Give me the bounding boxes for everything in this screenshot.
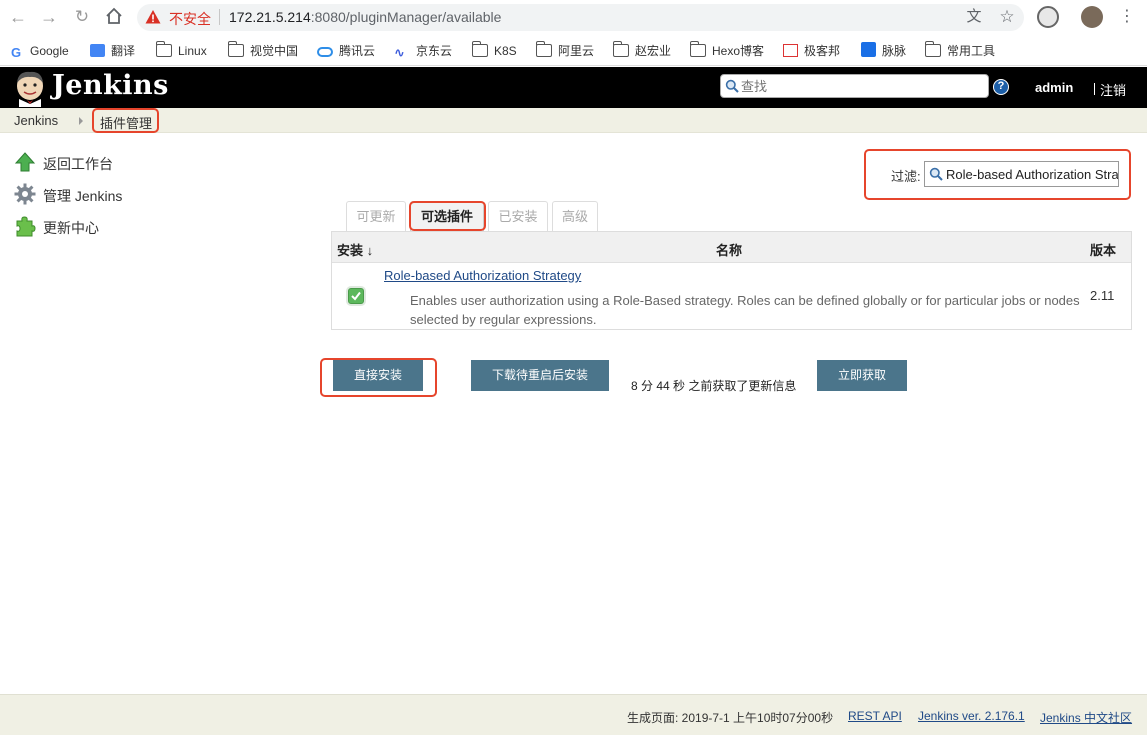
jenkins-header: Jenkins ? admin 注销 [0, 67, 1147, 108]
bookmark-zhao[interactable]: 赵宏业 [612, 41, 671, 60]
rest-api-link[interactable]: REST API [848, 709, 902, 723]
column-name[interactable]: 名称 [716, 240, 742, 259]
jenkins-version-link[interactable]: Jenkins ver. 2.176.1 [918, 709, 1025, 723]
folder-icon [535, 41, 552, 57]
search-icon [725, 79, 739, 93]
google-icon: G [11, 45, 22, 60]
check-now-button[interactable]: 立即获取 [817, 360, 907, 391]
help-icon[interactable]: ? [993, 79, 1009, 95]
tab-installed[interactable]: 已安装 [488, 201, 548, 231]
plugin-name-link[interactable]: Role-based Authorization Strategy [384, 268, 581, 283]
plugin-table: 安装 ↓ 名称 版本 Role-based Authorization Stra… [331, 231, 1132, 330]
divider [1094, 83, 1095, 95]
plugin-description: Enables user authorization using a Role-… [410, 293, 1080, 327]
jenkins-community-link[interactable]: Jenkins 中文社区 [1040, 709, 1132, 726]
tab-advanced[interactable]: 高级 [552, 201, 598, 231]
install-checkbox[interactable] [348, 288, 364, 304]
page-generated-text: 生成页面: 2019-7-1 上午10时07分00秒 [627, 711, 834, 725]
folder-icon [471, 41, 488, 57]
highlight-breadcrumb [92, 108, 159, 133]
jenkins-logo-icon[interactable] [12, 69, 48, 107]
menu-icon[interactable]: ⋮ [1116, 6, 1138, 28]
not-secure-label: 不安全 [169, 11, 211, 27]
cloud-icon [317, 47, 333, 57]
address-bar[interactable]: 不安全 172.21.5.214:8080/pluginManager/avai… [137, 4, 1024, 31]
bookmark-geekbang[interactable]: 极客邦 [783, 42, 840, 60]
extension-icon[interactable] [1037, 6, 1059, 28]
sidebar-item-label: 管理 Jenkins [43, 188, 123, 204]
check-icon [351, 291, 361, 301]
puzzle-icon [16, 216, 36, 237]
bookmark-star-icon[interactable]: ☆ [998, 8, 1016, 26]
bookmark-aliyun[interactable]: 阿里云 [535, 41, 594, 60]
browser-toolbar: ← → ↻ 不安全 172.21.5.214:8080/pluginManage… [0, 0, 1147, 35]
user-link[interactable]: admin [1035, 80, 1073, 95]
bookmark-linux[interactable]: Linux [155, 41, 207, 60]
folder-icon [227, 41, 244, 57]
table-header: 安装 ↓ 名称 版本 [332, 232, 1131, 263]
column-install[interactable]: 安装 ↓ [337, 240, 373, 259]
back-icon[interactable]: ← [7, 6, 29, 28]
column-version[interactable]: 版本 [1090, 240, 1116, 259]
bookmarks-bar: G Google 翻译 Linux 视觉中国 腾讯云 ∿ 京东云 K8S 阿里云 赵… [0, 35, 1147, 66]
plugin-version: 2.11 [1090, 288, 1115, 303]
maimai-icon [861, 42, 876, 57]
bookmark-google[interactable]: G Google [11, 42, 69, 60]
warning-icon [145, 10, 161, 24]
bookmark-tencent-cloud[interactable]: 腾讯云 [317, 42, 375, 60]
highlight-filter [864, 149, 1131, 200]
url-separator [219, 9, 220, 25]
jd-cloud-icon: ∿ [394, 45, 405, 60]
avatar[interactable] [1081, 6, 1103, 28]
update-info-text: 8 分 44 秒 之前获取了更新信息 [631, 379, 797, 393]
folder-icon [612, 41, 629, 57]
url-text: 172.21.5.214:8080/pluginManager/availabl… [229, 9, 502, 25]
jenkins-title[interactable]: Jenkins [52, 70, 169, 101]
geekbang-icon [783, 44, 798, 57]
up-arrow-icon [14, 152, 36, 172]
breadcrumb: Jenkins 插件管理 [0, 108, 1147, 133]
forward-icon[interactable]: → [38, 6, 60, 28]
bookmark-tools[interactable]: 常用工具 [924, 41, 995, 60]
search-box[interactable] [720, 74, 989, 98]
bookmark-jd-cloud[interactable]: ∿ 京东云 [394, 42, 452, 60]
sidebar-item-label: 更新中心 [43, 220, 99, 236]
search-input[interactable] [741, 77, 981, 95]
sidebar-item-label: 返回工作台 [43, 156, 113, 172]
bookmark-translate[interactable]: 翻译 [90, 42, 135, 60]
download-restart-button[interactable]: 下载待重启后安装 [471, 360, 609, 391]
bookmark-vcg[interactable]: 视觉中国 [227, 41, 298, 60]
bookmark-k8s[interactable]: K8S [471, 41, 517, 60]
breadcrumb-jenkins[interactable]: Jenkins [14, 113, 58, 128]
folder-icon [155, 41, 172, 57]
highlight-tab [409, 201, 486, 231]
highlight-install-button [320, 358, 437, 397]
breadcrumb-arrow-icon[interactable] [79, 117, 83, 125]
tab-updates[interactable]: 可更新 [346, 201, 406, 231]
reload-icon[interactable]: ↻ [71, 6, 93, 28]
gear-icon [14, 183, 36, 205]
translate-icon[interactable]: 文 [965, 8, 983, 26]
logout-link[interactable]: 注销 [1100, 80, 1126, 99]
bookmark-maimai[interactable]: 脉脉 [861, 42, 906, 60]
footer: 生成页面: 2019-7-1 上午10时07分00秒 REST API Jenk… [0, 694, 1147, 735]
folder-icon [689, 41, 706, 57]
folder-icon [924, 41, 941, 57]
home-icon[interactable] [103, 6, 125, 28]
translate-icon [90, 44, 105, 57]
bookmark-hexo[interactable]: Hexo博客 [689, 41, 764, 60]
